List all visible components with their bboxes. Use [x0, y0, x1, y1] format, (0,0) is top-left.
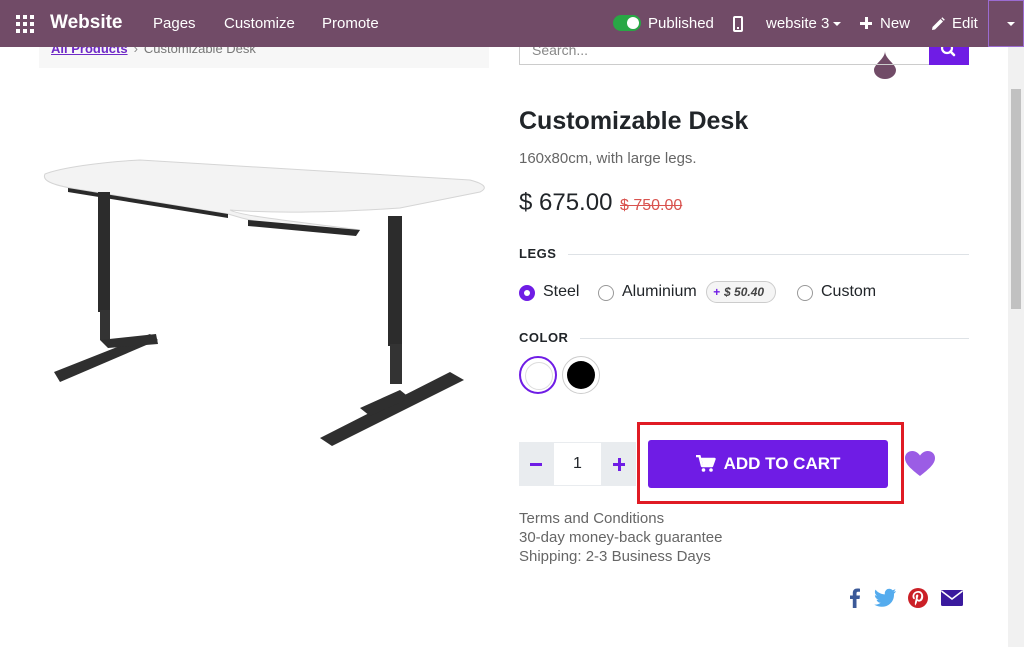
pencil-icon[interactable] [931, 17, 945, 31]
legs-label: LEGS [519, 246, 557, 261]
pinterest-icon[interactable] [906, 586, 930, 610]
aluminium-price-extra-badge: + $ 50.40 [706, 281, 776, 303]
quantity-input[interactable]: 1 [553, 442, 602, 486]
website-selector-label: website 3 [766, 15, 830, 32]
radio-aluminium-label[interactable]: Aluminium [622, 283, 697, 301]
product-description: 160x80cm, with large legs. [519, 150, 697, 167]
menu-pages[interactable]: Pages [153, 15, 196, 32]
quantity-increase-button[interactable] [602, 442, 636, 486]
menu-promote[interactable]: Promote [322, 15, 379, 32]
caret-down-icon [1007, 22, 1015, 26]
apps-grid-icon[interactable] [16, 15, 34, 33]
page-scrollbar[interactable] [1008, 47, 1024, 647]
radio-steel[interactable] [519, 285, 535, 301]
color-swatch-white[interactable] [519, 356, 557, 394]
twitter-icon[interactable] [873, 586, 897, 610]
facebook-icon[interactable] [843, 586, 867, 610]
new-button[interactable]: New [880, 15, 910, 32]
app-title: Website [50, 12, 123, 33]
radio-custom-label[interactable]: Custom [821, 283, 876, 301]
legs-divider [568, 254, 969, 255]
quantity-decrease-button[interactable] [519, 442, 553, 486]
chevron-down-icon [833, 22, 842, 27]
radio-custom[interactable] [797, 285, 813, 301]
shopping-cart-icon [695, 455, 716, 472]
wishlist-heart-icon[interactable] [905, 451, 935, 477]
published-toggle[interactable] [613, 15, 641, 31]
add-to-cart-button[interactable]: ADD TO CART [648, 440, 888, 488]
menu-customize[interactable]: Customize [224, 15, 295, 32]
money-back-guarantee-text: 30-day money-back guarantee [519, 529, 723, 546]
product-old-price: $ 750.00 [620, 197, 683, 214]
product-price: $ 675.00 [519, 189, 613, 216]
scrollbar-thumb[interactable] [1011, 89, 1021, 309]
email-icon[interactable] [940, 586, 964, 610]
color-label: COLOR [519, 330, 569, 345]
radio-aluminium[interactable] [598, 285, 614, 301]
more-dropdown-button[interactable] [988, 0, 1024, 47]
product-title: Customizable Desk [519, 107, 749, 135]
mobile-preview-icon[interactable] [733, 16, 743, 32]
color-divider [580, 338, 969, 339]
plus-icon[interactable] [860, 17, 872, 29]
edit-button[interactable]: Edit [952, 15, 978, 32]
add-to-cart-label: ADD TO CART [723, 454, 841, 473]
shipping-info-text: Shipping: 2-3 Business Days [519, 548, 711, 565]
website-selector[interactable]: website 3 [766, 15, 842, 32]
product-image [43, 159, 485, 446]
terms-and-conditions-link[interactable]: Terms and Conditions [519, 510, 664, 527]
color-swatch-black[interactable] [562, 356, 600, 394]
published-label[interactable]: Published [648, 15, 714, 32]
aluminium-extra-price: $ 50.40 [724, 285, 765, 299]
radio-steel-label[interactable]: Steel [543, 283, 579, 301]
website-admin-bar: Website Pages Customize Promote Publishe… [0, 0, 1024, 47]
plus-sign-icon: + [713, 285, 721, 299]
